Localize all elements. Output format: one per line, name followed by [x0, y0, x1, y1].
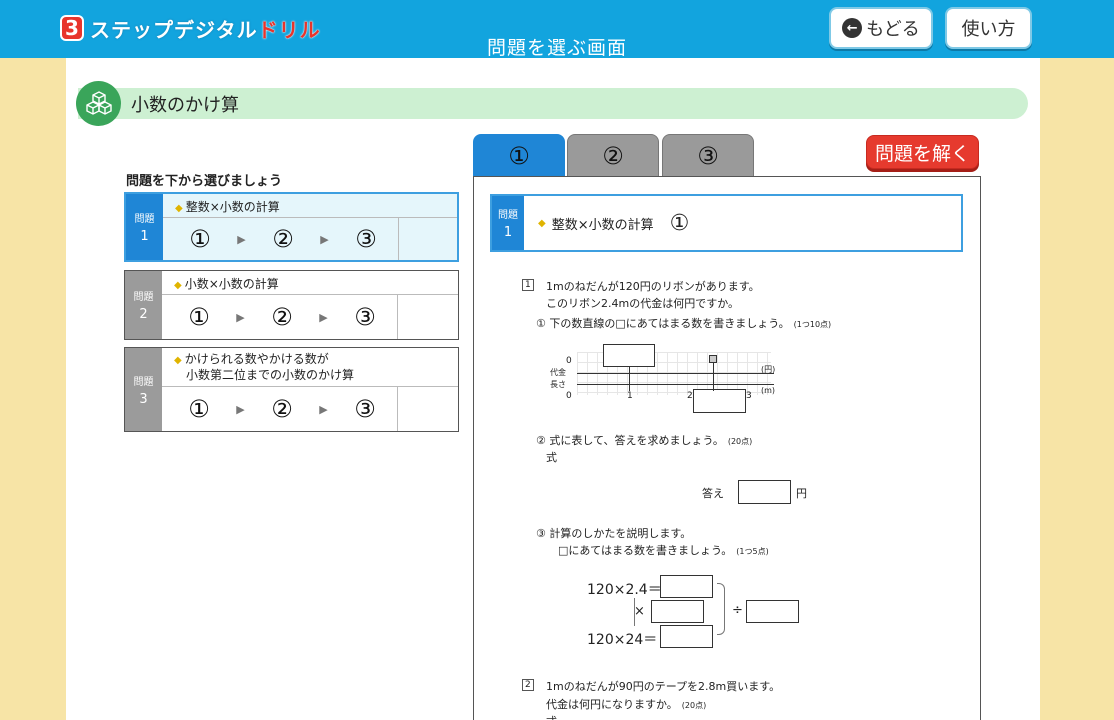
question-number: 1 [522, 279, 534, 291]
problem-title: ◆ 整数×小数の計算 [163, 194, 457, 218]
problem-preview[interactable]: 問題 1 ◆ 整数×小数の計算 ① 1 1mのねだんが120円のリボンがあります… [473, 176, 981, 720]
arrow-right-icon: ▶ [236, 402, 245, 416]
help-button[interactable]: 使い方 [945, 7, 1032, 49]
step-2-button[interactable]: ② [257, 303, 307, 331]
app-header: 3 ステップデジタルドリル 問題を選ぶ画面 ← もどる 使い方 [0, 0, 1114, 59]
down-arrow [634, 598, 635, 626]
arrow-right-icon: ▶ [237, 232, 246, 246]
problem-tab: 問題 1 [492, 196, 524, 250]
question-text: このリボン2.4mの代金は何円ですか。 [546, 297, 739, 310]
step-1-button[interactable]: ① [175, 225, 225, 253]
arrow-right-icon: ▶ [319, 310, 328, 324]
section-title: 小数のかけ算 [131, 95, 239, 116]
problem-title: ◆ 小数×小数の計算 [162, 271, 458, 295]
problem-tab: 問題 3 [125, 348, 162, 431]
back-button-label: もどる [866, 19, 920, 40]
problem-tab: 問題 2 [125, 271, 162, 339]
back-button[interactable]: ← もどる [829, 7, 933, 49]
problem-card-1[interactable]: 問題 1 ◆ 整数×小数の計算 ① ▶ ② ▶ ③ [124, 192, 459, 262]
list-instruction: 問題を下から選びましょう [126, 174, 283, 189]
problem-title: ◆ かけられる数やかける数が 小数第二位までの小数のかけ算 [162, 348, 458, 387]
tab-1[interactable]: ① [473, 134, 565, 176]
answer-box[interactable] [660, 575, 713, 598]
step-3-button[interactable]: ③ [340, 395, 390, 423]
step-1-button[interactable]: ① [174, 303, 224, 331]
problem-tab: 問題 1 [126, 194, 163, 260]
solve-button[interactable]: 問題を解く [866, 135, 979, 169]
answer-box[interactable] [738, 480, 791, 504]
step-3-button[interactable]: ③ [340, 303, 390, 331]
tab-3[interactable]: ③ [662, 134, 754, 176]
question-text: 1mのねだんが120円のリボンがあります。 [546, 280, 760, 293]
answer-box[interactable] [603, 344, 655, 367]
preview-header: 問題 1 ◆ 整数×小数の計算 ① [490, 194, 963, 252]
length-line [577, 384, 774, 385]
tick-line [713, 363, 714, 391]
sub-question: ② 式に表して、答えを求めましょう。 (20点) [536, 434, 753, 447]
problem-card-3[interactable]: 問題 3 ◆ かけられる数やかける数が 小数第二位までの小数のかけ算 ① ▶ ② ▶… [124, 347, 459, 432]
step-1-button[interactable]: ① [174, 395, 224, 423]
answer-box[interactable] [746, 600, 799, 623]
step-2-button[interactable]: ② [257, 395, 307, 423]
problem-card-2[interactable]: 問題 2 ◆ 小数×小数の計算 ① ▶ ② ▶ ③ [124, 270, 459, 340]
preview-part: ① [669, 210, 690, 236]
tab-2[interactable]: ② [567, 134, 659, 176]
diamond-icon: ◆ [538, 217, 546, 229]
step-2-button[interactable]: ② [258, 225, 308, 253]
bracket [717, 583, 725, 635]
question-text: 1mのねだんが90円のテープを2.8m買います。 [546, 680, 781, 693]
step-3-button[interactable]: ③ [341, 225, 391, 253]
arrow-right-icon: ▶ [236, 310, 245, 324]
diamond-icon: ◆ [175, 203, 183, 214]
answer-box[interactable] [660, 625, 713, 648]
question-number: 2 [522, 679, 534, 691]
arrow-right-icon: ▶ [320, 232, 329, 246]
diamond-icon: ◆ [174, 355, 182, 366]
preview-title: 整数×小数の計算 [551, 217, 654, 233]
answer-box[interactable] [693, 389, 746, 413]
cubes-icon [76, 81, 121, 126]
price-line [577, 373, 774, 374]
arrow-right-icon: ▶ [319, 402, 328, 416]
diamond-icon: ◆ [174, 280, 182, 291]
arrow-left-circle-icon: ← [842, 18, 863, 38]
answer-box[interactable] [651, 600, 704, 623]
tick-line [629, 367, 630, 391]
sub-question: ③ 計算のしかたを説明します。 [536, 527, 692, 540]
sub-question: ① 下の数直線の□にあてはまる数を書きましょう。 (1つ10点) [536, 317, 832, 330]
small-box-marker [709, 355, 717, 363]
